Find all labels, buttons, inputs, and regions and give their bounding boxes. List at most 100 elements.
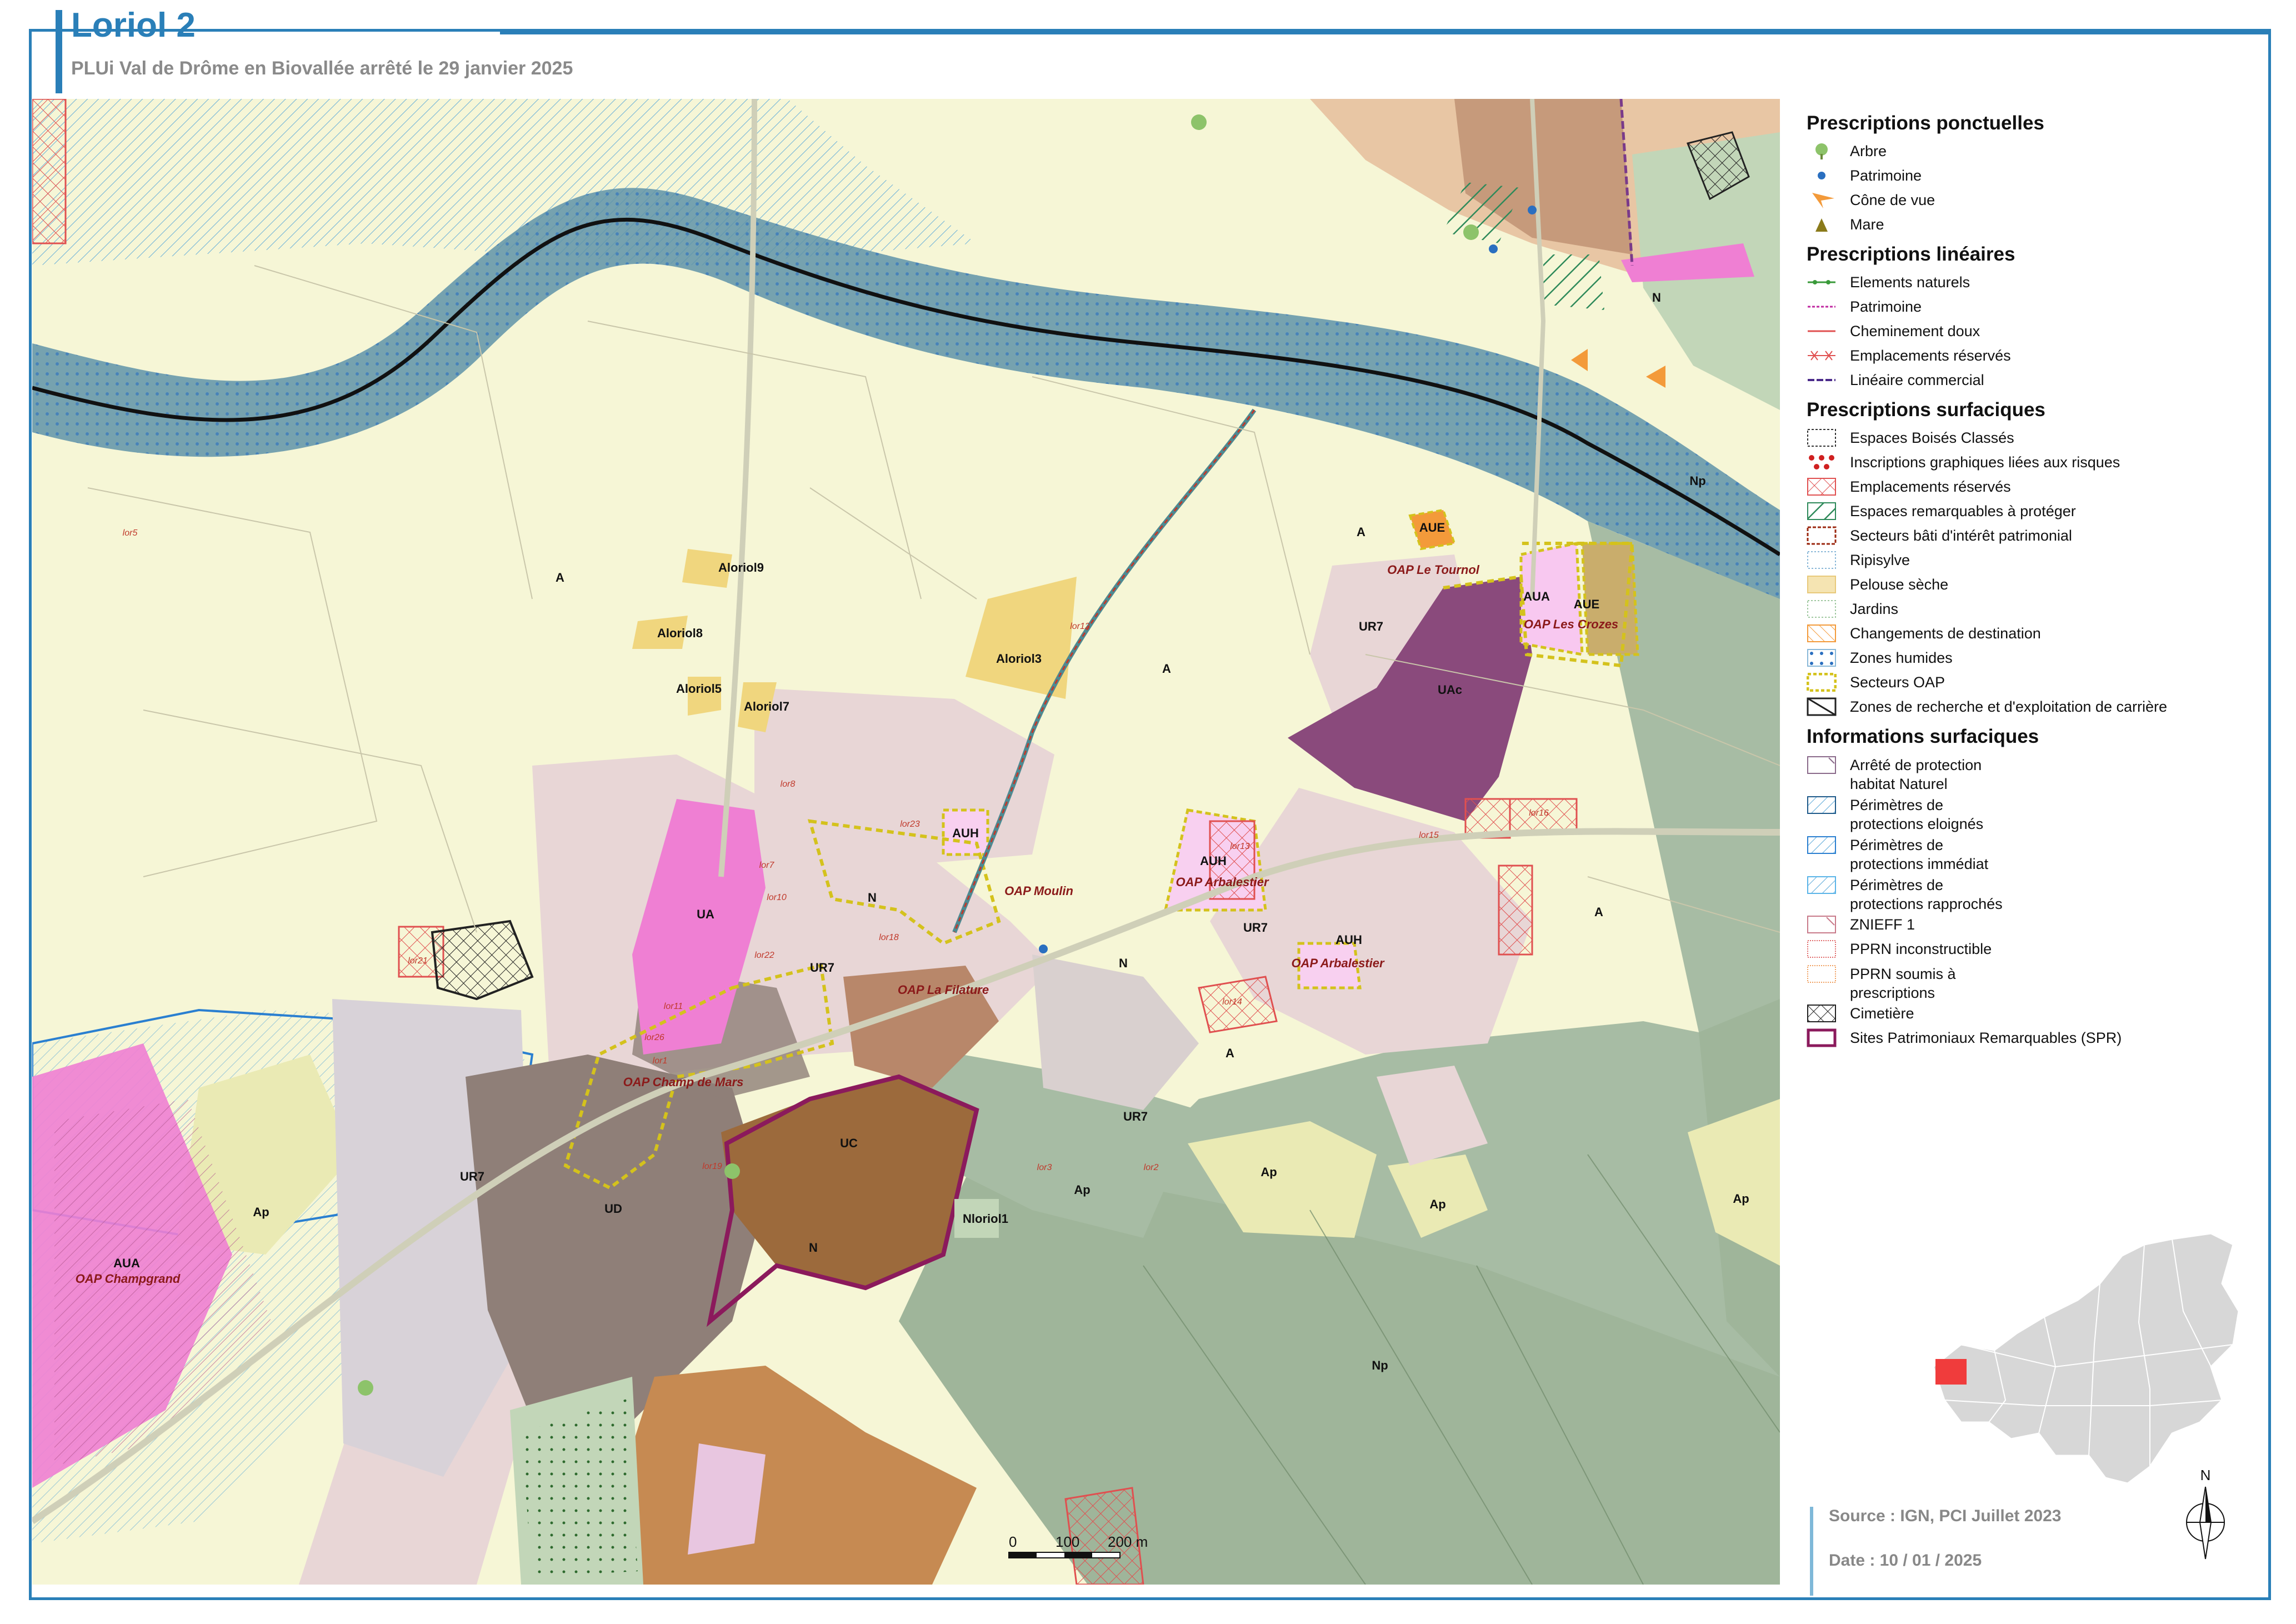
oap-label: OAP Arbalestier: [1291, 956, 1384, 970]
zone-label: N: [809, 1241, 818, 1255]
reserved-label: lor7: [759, 861, 774, 870]
legend-item: Mare: [1807, 212, 2240, 237]
reserved-label: lor23: [900, 820, 920, 829]
zone-label: AUH: [1200, 854, 1227, 868]
view-cone-icon: [1807, 191, 1837, 209]
zone-label: Np: [1689, 474, 1706, 488]
zone-label: UA: [697, 907, 714, 921]
legend-label: Secteurs OAP: [1850, 673, 1945, 691]
legend-label: Patrimoine: [1850, 298, 1922, 315]
legend-item: Cheminement doux: [1807, 319, 2240, 343]
legend-label: Inscriptions graphiques liées aux risque…: [1850, 453, 2120, 471]
reserved-label: lor19: [702, 1162, 722, 1171]
legend-item: Périmètres de protections immédiat: [1807, 832, 2240, 872]
tree-icon: [1807, 142, 1837, 161]
map-legend: Prescriptions ponctuelles Arbre Patrimoi…: [1807, 106, 2240, 1050]
zone-label: A: [556, 571, 564, 584]
legend-item: Patrimoine: [1807, 294, 2240, 319]
oap-label: OAP Champgrand: [75, 1272, 181, 1286]
zone-label: Aloriol8: [657, 626, 703, 640]
legend-item: Linéaire commercial: [1807, 368, 2240, 392]
reserved-label: lor13: [1230, 842, 1250, 851]
zone-label: AUH: [1335, 933, 1362, 947]
zone-label: UR7: [1243, 921, 1268, 935]
scale-tick-label: 100: [1056, 1533, 1079, 1550]
legend-label: Patrimoine: [1850, 167, 1922, 184]
reserved-label: lor18: [879, 933, 899, 942]
legend-item: Périmètres de protections eloignés: [1807, 792, 2240, 832]
legend-label: Périmètres de protections immédiat: [1850, 837, 1989, 872]
legend-label: Espaces Boisés Classés: [1850, 429, 2014, 446]
scale-bar: 0 100 200 m: [1004, 1533, 1188, 1567]
legend-label: Cheminement doux: [1850, 322, 1980, 339]
legend-label: Elements naturels: [1850, 273, 1970, 291]
legend-item: Arrêté de protection habitat Naturel: [1807, 752, 2240, 792]
legend-item: Secteurs bâti d'intérêt patrimonial: [1807, 523, 2240, 548]
reserved-label: lor11: [663, 1002, 683, 1011]
zoning-map[interactable]: A A A A A N N N N Np Np Ap Ap Ap Ap Ap U…: [32, 99, 1780, 1585]
north-label: N: [2200, 1467, 2211, 1483]
legend-label: Secteurs bâti d'intérêt patrimonial: [1850, 527, 2072, 544]
legend-item: PPRN inconstructible: [1807, 937, 2240, 961]
legend-label: Périmètres de protections rapprochés: [1850, 877, 2003, 912]
source-text: Source : IGN, PCI Juillet 2023: [1829, 1507, 2062, 1525]
legend-item: Cône de vue: [1807, 188, 2240, 212]
legend-label: PPRN soumis à prescriptions: [1850, 966, 1956, 1001]
zone-label: UD: [604, 1202, 622, 1216]
legend-item: Ripisylve: [1807, 548, 2240, 572]
zone-label: Ap: [1260, 1165, 1277, 1179]
legend-label: Emplacements réservés: [1850, 478, 2011, 495]
zone-label: UR7: [459, 1170, 485, 1183]
legend-item: ZNIEFF 1: [1807, 912, 2240, 937]
zone-label: AUA: [1523, 589, 1550, 603]
oap-label: OAP Le Tournol: [1387, 563, 1479, 577]
legend-label: Jardins: [1850, 600, 1899, 617]
reserved-label: lor16: [1529, 808, 1549, 818]
reserved-label: lor2: [1143, 1163, 1159, 1172]
reserved-label: lor10: [767, 893, 787, 902]
oap-label: OAP La Filature: [897, 983, 989, 997]
reserved-label: lor8: [780, 779, 796, 789]
zone-label: A: [1162, 662, 1171, 676]
zone-label: AUE: [1419, 521, 1445, 534]
legend-label: Zones humides: [1850, 649, 1953, 666]
legend-item: Emplacements réservés: [1807, 474, 2240, 499]
oap-label: OAP Champ de Mars: [623, 1075, 744, 1089]
legend-item: Périmètres de protections rapprochés: [1807, 872, 2240, 912]
zone-label: UR7: [1358, 619, 1384, 633]
legend-label: Mare: [1850, 216, 1884, 233]
zone-label: Ap: [1074, 1183, 1091, 1197]
north-arrow-icon: N: [2182, 1467, 2229, 1567]
legend-item: Pelouse sèche: [1807, 572, 2240, 597]
legend-heading-point: Prescriptions ponctuelles: [1807, 112, 2044, 134]
legend-label: Cône de vue: [1850, 191, 1935, 208]
legend-heading-linear: Prescriptions linéaires: [1807, 243, 2015, 265]
zone-label: UAc: [1437, 683, 1463, 697]
legend-item: Arbre: [1807, 139, 2240, 163]
zone-label: A: [1357, 525, 1365, 539]
oap-label: OAP Les Crozes: [1523, 617, 1619, 631]
legend-label: Changements de destination: [1850, 624, 2041, 642]
reserved-label: lor3: [1037, 1163, 1052, 1172]
reserved-label: lor1: [652, 1056, 668, 1066]
legend-label: ZNIEFF 1: [1850, 916, 1915, 933]
legend-label: Cimetière: [1850, 1005, 1914, 1022]
legend-item: PPRN soumis à prescriptions: [1807, 961, 2240, 1001]
zone-label: Np: [1372, 1358, 1388, 1372]
legend-item: Emplacements réservés: [1807, 343, 2240, 368]
zone-label: A: [1225, 1046, 1234, 1060]
legend-label: Arbre: [1850, 142, 1887, 159]
pond-triangle-icon: [1807, 215, 1837, 234]
legend-label: Arrêté de protection habitat Naturel: [1850, 757, 1982, 792]
zone-label: Nloriol1: [963, 1212, 1008, 1226]
source-block: Source : IGN, PCI Juillet 2023 Date : 10…: [1810, 1507, 2061, 1596]
zone-label: Aloriol9: [718, 561, 764, 574]
scale-tick-label: 200 m: [1108, 1533, 1148, 1550]
zone-label: N: [1119, 956, 1128, 970]
zone-label: Aloriol5: [676, 682, 722, 696]
zone-label: Aloriol3: [996, 652, 1042, 666]
zone-label: N: [868, 891, 877, 905]
reserved-label: lor14: [1222, 997, 1242, 1007]
zone-label: Ap: [253, 1205, 269, 1219]
zone-label: Aloriol7: [744, 699, 789, 713]
